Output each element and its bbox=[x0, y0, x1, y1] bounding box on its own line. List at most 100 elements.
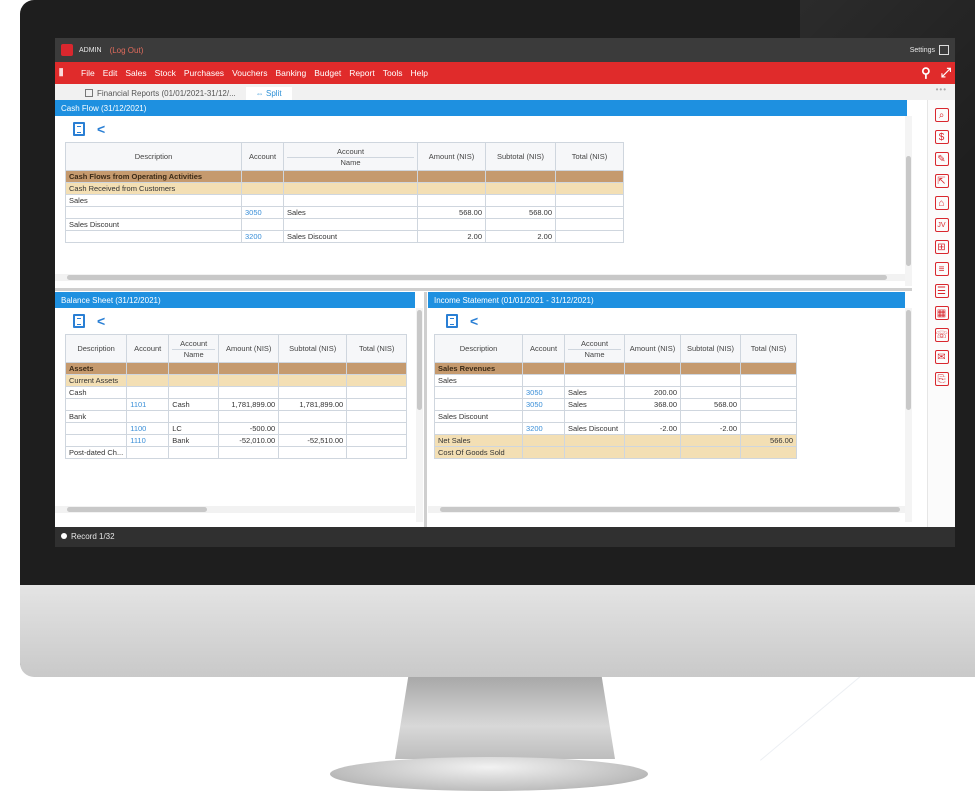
cheque-icon[interactable]: ✉ bbox=[934, 350, 949, 364]
table-row[interactable]: 3050 Sales 200.00 bbox=[434, 386, 797, 399]
settings-link[interactable]: Settings bbox=[910, 47, 935, 54]
table-row[interactable]: Cash Flows from Operating Activities bbox=[65, 170, 624, 183]
menu-item-sales[interactable]: Sales bbox=[125, 68, 146, 78]
table-row[interactable]: Post-dated Ch... bbox=[64, 446, 408, 459]
apps-grid-icon[interactable] bbox=[939, 45, 949, 55]
menu-item-budget[interactable]: Budget bbox=[314, 68, 341, 78]
cell-amount: -2.00 bbox=[624, 422, 681, 435]
column-header-amount[interactable]: Amount (NIS) bbox=[417, 142, 486, 171]
report-search-icon[interactable]: ⌕ bbox=[934, 108, 949, 122]
table-row[interactable]: 3200 Sales Discount -2.00 -2.00 bbox=[434, 422, 797, 435]
column-header-description[interactable]: Description bbox=[65, 142, 242, 171]
tab-label: Financial Reports (01/01/2021-31/12/... bbox=[97, 89, 236, 98]
vertical-scrollbar[interactable] bbox=[416, 308, 423, 522]
table-row[interactable]: 3050 Sales 368.00 568.00 bbox=[434, 398, 797, 411]
balance-sheet-table: Description Account Account Name Amount (NIS… bbox=[64, 334, 408, 459]
table-row[interactable]: Sales bbox=[434, 374, 797, 387]
contacts-icon[interactable]: ☏ bbox=[934, 328, 949, 342]
vertical-splitter[interactable] bbox=[424, 292, 427, 527]
menu-icon[interactable]: ⫴ bbox=[59, 68, 73, 79]
table-row[interactable]: Cash Received from Customers bbox=[65, 182, 624, 195]
column-header-account[interactable]: Account bbox=[522, 334, 565, 363]
cell-desc: Cost Of Goods Sold bbox=[434, 446, 523, 459]
menu-item-edit[interactable]: Edit bbox=[103, 68, 118, 78]
report-area: Cash Flow (31/12/2021) < Description Acco… bbox=[55, 100, 912, 527]
column-header-subtotal[interactable]: Subtotal (NIS) bbox=[278, 334, 348, 363]
ledger-icon[interactable]: ☰ bbox=[934, 284, 949, 298]
column-header-total[interactable]: Total (NIS) bbox=[555, 142, 624, 171]
document-icon[interactable] bbox=[446, 314, 458, 328]
column-header-amount[interactable]: Amount (NIS) bbox=[624, 334, 681, 363]
table-row[interactable]: Sales Discount bbox=[434, 410, 797, 423]
table-row[interactable]: Sales Revenues bbox=[434, 362, 797, 375]
search-icon[interactable]: ⚲ bbox=[921, 65, 931, 81]
menu-item-file[interactable]: File bbox=[81, 68, 95, 78]
table-row[interactable]: 3200 Sales Discount 2.00 2.00 bbox=[65, 230, 624, 243]
vertical-scrollbar[interactable] bbox=[905, 116, 912, 286]
journal-voucher-icon[interactable]: JV bbox=[934, 218, 949, 232]
menu-item-banking[interactable]: Banking bbox=[276, 68, 307, 78]
more-options-icon[interactable]: ••• bbox=[936, 85, 947, 94]
table-row[interactable]: Cash bbox=[64, 386, 408, 399]
statement-icon[interactable]: ⎘ bbox=[934, 372, 949, 386]
table-row[interactable]: Assets bbox=[64, 362, 408, 375]
horizontal-scrollbar[interactable] bbox=[55, 274, 905, 281]
horizontal-scrollbar[interactable] bbox=[55, 506, 415, 513]
cash-register-icon[interactable]: ⊞ bbox=[934, 240, 949, 254]
table-row[interactable]: Net Sales 566.00 bbox=[434, 434, 797, 447]
table-row[interactable]: 3050 Sales 568.00 568.00 bbox=[65, 206, 624, 219]
table-row[interactable]: 1101 Cash 1,781,899.00 1,781,899.00 bbox=[64, 398, 408, 411]
invoice-edit-icon[interactable]: ✎ bbox=[934, 152, 949, 166]
column-header-total[interactable]: Total (NIS) bbox=[346, 334, 408, 363]
column-header-account-name[interactable]: Account Name bbox=[283, 142, 418, 171]
horizontal-scrollbar[interactable] bbox=[428, 506, 905, 513]
logout-link[interactable]: (Log Out) bbox=[110, 46, 144, 55]
menu-item-stock[interactable]: Stock bbox=[155, 68, 176, 78]
column-header-description[interactable]: Description bbox=[434, 334, 523, 363]
tab-split[interactable]: ⇔ Split bbox=[245, 87, 292, 100]
menu-item-report[interactable]: Report bbox=[349, 68, 375, 78]
fullscreen-icon[interactable]: ⤢ bbox=[941, 65, 951, 81]
menu-item-help[interactable]: Help bbox=[411, 68, 428, 78]
column-header-subtotal[interactable]: Subtotal (NIS) bbox=[680, 334, 741, 363]
menu-item-purchases[interactable]: Purchases bbox=[184, 68, 224, 78]
table-row[interactable]: Bank bbox=[64, 410, 408, 423]
column-header-total[interactable]: Total (NIS) bbox=[740, 334, 797, 363]
column-header-account[interactable]: Account bbox=[126, 334, 170, 363]
header-label: Name bbox=[287, 156, 414, 167]
cell-amount bbox=[417, 170, 486, 183]
column-header-account[interactable]: Account bbox=[241, 142, 284, 171]
table-row[interactable]: 1110 Bank -52,010.00 -52,510.00 bbox=[64, 434, 408, 447]
receipt-icon[interactable]: ≡ bbox=[934, 262, 949, 276]
bank-icon[interactable]: ⌂ bbox=[934, 196, 949, 210]
table-row[interactable]: Sales Discount bbox=[65, 218, 624, 231]
document-icon[interactable] bbox=[73, 122, 85, 136]
column-header-account-name[interactable]: Account Name bbox=[168, 334, 220, 363]
horizontal-splitter[interactable] bbox=[55, 288, 912, 291]
cell-acct: 1100 bbox=[126, 422, 170, 435]
vertical-scrollbar[interactable] bbox=[905, 308, 912, 522]
table-row[interactable]: Cost Of Goods Sold bbox=[434, 446, 797, 459]
menu-item-vouchers[interactable]: Vouchers bbox=[232, 68, 267, 78]
cell-acct bbox=[241, 194, 284, 207]
share-icon[interactable]: < bbox=[97, 313, 105, 329]
table-row[interactable]: Sales bbox=[65, 194, 624, 207]
cell-name: LC bbox=[168, 422, 220, 435]
calendar-icon[interactable]: ▦ bbox=[934, 306, 949, 320]
coins-icon[interactable]: $ bbox=[934, 130, 949, 144]
cell-total bbox=[740, 374, 797, 387]
menu-item-tools[interactable]: Tools bbox=[383, 68, 403, 78]
tab-financial-reports[interactable]: Financial Reports (01/01/2021-31/12/... bbox=[75, 87, 246, 100]
document-icon[interactable] bbox=[73, 314, 85, 328]
column-header-subtotal[interactable]: Subtotal (NIS) bbox=[485, 142, 556, 171]
column-header-description[interactable]: Description bbox=[64, 334, 128, 363]
table-row[interactable]: Current Assets bbox=[64, 374, 408, 387]
cell-desc bbox=[434, 422, 523, 435]
column-header-amount[interactable]: Amount (NIS) bbox=[218, 334, 280, 363]
column-header-account-name[interactable]: Account Name bbox=[564, 334, 625, 363]
share-icon[interactable]: < bbox=[97, 121, 105, 137]
share-icon[interactable]: < bbox=[470, 313, 478, 329]
table-row[interactable]: 1100 LC -500.00 bbox=[64, 422, 408, 435]
cell-total bbox=[555, 194, 624, 207]
export-icon[interactable]: ⇱ bbox=[934, 174, 949, 188]
